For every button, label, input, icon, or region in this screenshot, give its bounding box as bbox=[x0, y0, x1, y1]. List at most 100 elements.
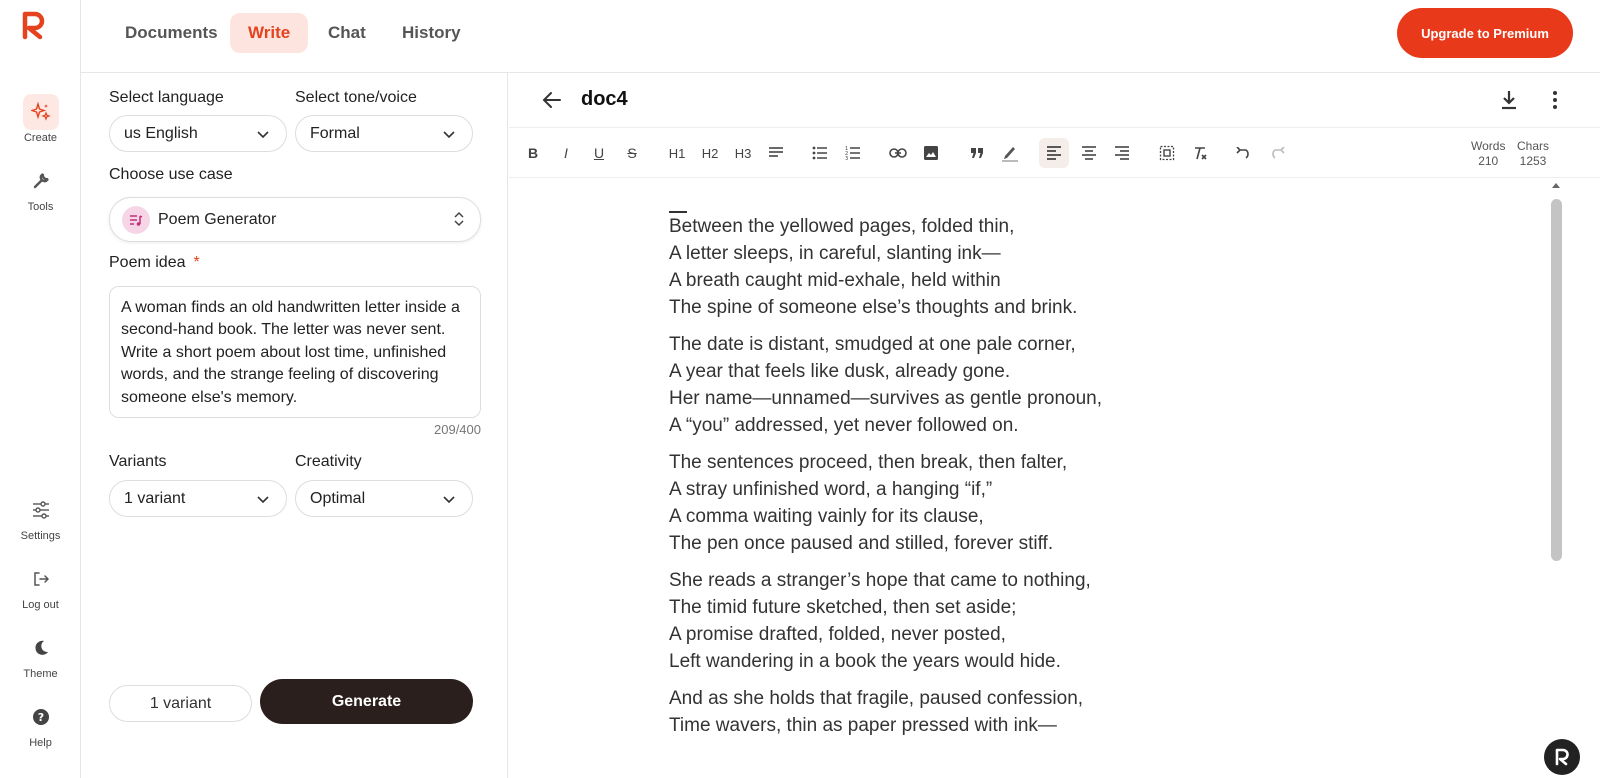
tone-label: Select tone/voice bbox=[295, 89, 417, 106]
heading3-button[interactable]: H3 bbox=[730, 140, 756, 166]
required-marker: * bbox=[193, 254, 200, 271]
poem-stanza: The date is distant, smudged at one pale… bbox=[669, 331, 1309, 439]
poem-line: The date is distant, smudged at one pale… bbox=[669, 334, 1076, 355]
poem-line: A letter sleeps, in careful, slanting in… bbox=[669, 243, 1001, 264]
poem-line: A breath caught mid-exhale, held within bbox=[669, 270, 1001, 291]
creativity-select[interactable]: Optimal bbox=[295, 480, 473, 517]
poem-line: A stray unfinished word, a hanging “if,” bbox=[669, 479, 993, 500]
scrollbar-thumb[interactable] bbox=[1551, 199, 1562, 561]
tone-select[interactable]: Formal bbox=[295, 115, 473, 152]
rail-theme-label: Theme bbox=[23, 668, 58, 680]
poem-line: Left wandering in a book the years would… bbox=[669, 651, 1061, 672]
scroll-up-arrow-icon[interactable] bbox=[1550, 181, 1562, 189]
creativity-label: Creativity bbox=[295, 453, 362, 470]
poem-stanza: She reads a stranger’s hope that came to… bbox=[669, 567, 1309, 675]
align-center-icon bbox=[1082, 146, 1096, 160]
align-right-button[interactable] bbox=[1109, 140, 1135, 166]
rail-settings-label: Settings bbox=[20, 530, 61, 542]
poem-stanza: Between the yellowed pages, folded thin,… bbox=[669, 213, 1309, 321]
word-count: Words 210 bbox=[1471, 139, 1505, 169]
chevron-down-icon bbox=[257, 496, 269, 504]
poem-line: Between the yellowed pages, folded thin, bbox=[669, 216, 1015, 237]
svg-text:3: 3 bbox=[845, 156, 848, 160]
redo-button[interactable] bbox=[1264, 140, 1290, 166]
download-icon[interactable] bbox=[1499, 89, 1519, 111]
chevron-down-icon bbox=[443, 131, 455, 139]
underline-button[interactable]: U bbox=[586, 140, 612, 166]
logout-icon bbox=[23, 561, 59, 597]
rail-settings[interactable]: Settings bbox=[0, 492, 81, 542]
italic-button[interactable]: I bbox=[553, 140, 579, 166]
align-center-button[interactable] bbox=[1076, 140, 1102, 166]
numbered-list-icon: 123 bbox=[845, 146, 860, 160]
document-header: doc4 bbox=[509, 73, 1600, 128]
select-all-button[interactable] bbox=[1154, 140, 1180, 166]
heading1-button[interactable]: H1 bbox=[664, 140, 690, 166]
assistant-fab[interactable] bbox=[1544, 739, 1580, 775]
rail-help-label: Help bbox=[29, 737, 52, 749]
variants-select[interactable]: 1 variant bbox=[109, 480, 287, 517]
usecase-label: Choose use case bbox=[109, 166, 233, 183]
document-title[interactable]: doc4 bbox=[581, 88, 628, 111]
variant-count-pill[interactable]: 1 variant bbox=[109, 685, 252, 722]
rail-logout-label: Log out bbox=[22, 599, 59, 611]
rail-create[interactable]: Create bbox=[0, 94, 81, 144]
align-left-button[interactable] bbox=[1039, 138, 1069, 168]
heading2-button[interactable]: H2 bbox=[697, 140, 723, 166]
more-vertical-icon[interactable] bbox=[1552, 89, 1558, 111]
tab-history[interactable]: History bbox=[384, 13, 479, 53]
write-form-panel: Select language Select tone/voice us Eng… bbox=[81, 73, 508, 778]
strikethrough-button[interactable]: S bbox=[619, 140, 645, 166]
link-button[interactable] bbox=[885, 140, 911, 166]
tab-documents[interactable]: Documents bbox=[107, 13, 236, 53]
idea-char-counter: 209/400 bbox=[434, 422, 481, 437]
poem-line: And as she holds that fragile, paused co… bbox=[669, 688, 1084, 709]
document-editor: doc4 B I U S H1 H2 H3 123 Words 210 Char… bbox=[509, 73, 1600, 778]
poem-idea-textarea[interactable]: A woman finds an old handwritten letter … bbox=[109, 286, 481, 418]
rail-theme[interactable]: Theme bbox=[0, 630, 81, 680]
rail-help[interactable]: ? Help bbox=[0, 699, 81, 749]
app-logo-icon bbox=[1555, 748, 1569, 766]
back-arrow-icon[interactable] bbox=[541, 89, 563, 111]
variants-label: Variants bbox=[109, 453, 167, 470]
poem-line: A promise drafted, folded, never posted, bbox=[669, 624, 1006, 645]
language-select[interactable]: us English bbox=[109, 115, 287, 152]
numbered-list-button[interactable]: 123 bbox=[840, 140, 866, 166]
poem-line: A comma waiting vainly for its clause, bbox=[669, 506, 984, 527]
highlight-button[interactable] bbox=[997, 140, 1023, 166]
usecase-select[interactable]: Poem Generator bbox=[109, 197, 481, 242]
tab-write[interactable]: Write bbox=[230, 13, 309, 53]
left-rail: Create Tools Settings Log out Theme ? He… bbox=[0, 0, 81, 778]
document-body[interactable]: Between the yellowed pages, folded thin,… bbox=[669, 213, 1309, 749]
rail-logout[interactable]: Log out bbox=[0, 561, 81, 611]
rail-tools[interactable]: Tools bbox=[0, 163, 81, 213]
format-toolbar: B I U S H1 H2 H3 123 Words 210 Chars 125… bbox=[509, 128, 1600, 178]
words-label: Words bbox=[1471, 139, 1506, 153]
poem-line: The sentences proceed, then break, then … bbox=[669, 452, 1068, 473]
image-button[interactable] bbox=[918, 140, 944, 166]
bold-button[interactable]: B bbox=[520, 140, 546, 166]
bullet-list-button[interactable] bbox=[807, 140, 833, 166]
chevron-updown-icon bbox=[454, 211, 464, 227]
clear-format-icon bbox=[1195, 147, 1207, 160]
svg-text:?: ? bbox=[37, 711, 43, 724]
app-logo[interactable] bbox=[20, 10, 52, 42]
quote-button[interactable] bbox=[964, 140, 990, 166]
chevron-down-icon bbox=[443, 496, 455, 504]
idea-label-text: Poem idea bbox=[109, 254, 186, 271]
tab-chat[interactable]: Chat bbox=[310, 13, 384, 53]
paragraph-button[interactable] bbox=[763, 140, 789, 166]
upgrade-premium-button[interactable]: Upgrade to Premium bbox=[1397, 8, 1573, 58]
poem-stanza: The sentences proceed, then break, then … bbox=[669, 449, 1309, 557]
rail-tools-label: Tools bbox=[27, 201, 54, 213]
clear-format-button[interactable] bbox=[1187, 140, 1213, 166]
chevron-down-icon bbox=[257, 131, 269, 139]
generate-button[interactable]: Generate bbox=[260, 679, 473, 724]
poem-line: The pen once paused and stilled, forever… bbox=[669, 533, 1054, 554]
chars-label: Chars bbox=[1517, 139, 1550, 153]
align-right-icon bbox=[1115, 146, 1129, 160]
chars-value: 1253 bbox=[1519, 154, 1547, 168]
help-icon: ? bbox=[23, 699, 59, 735]
variants-value: 1 variant bbox=[124, 489, 186, 507]
undo-button[interactable] bbox=[1231, 140, 1257, 166]
